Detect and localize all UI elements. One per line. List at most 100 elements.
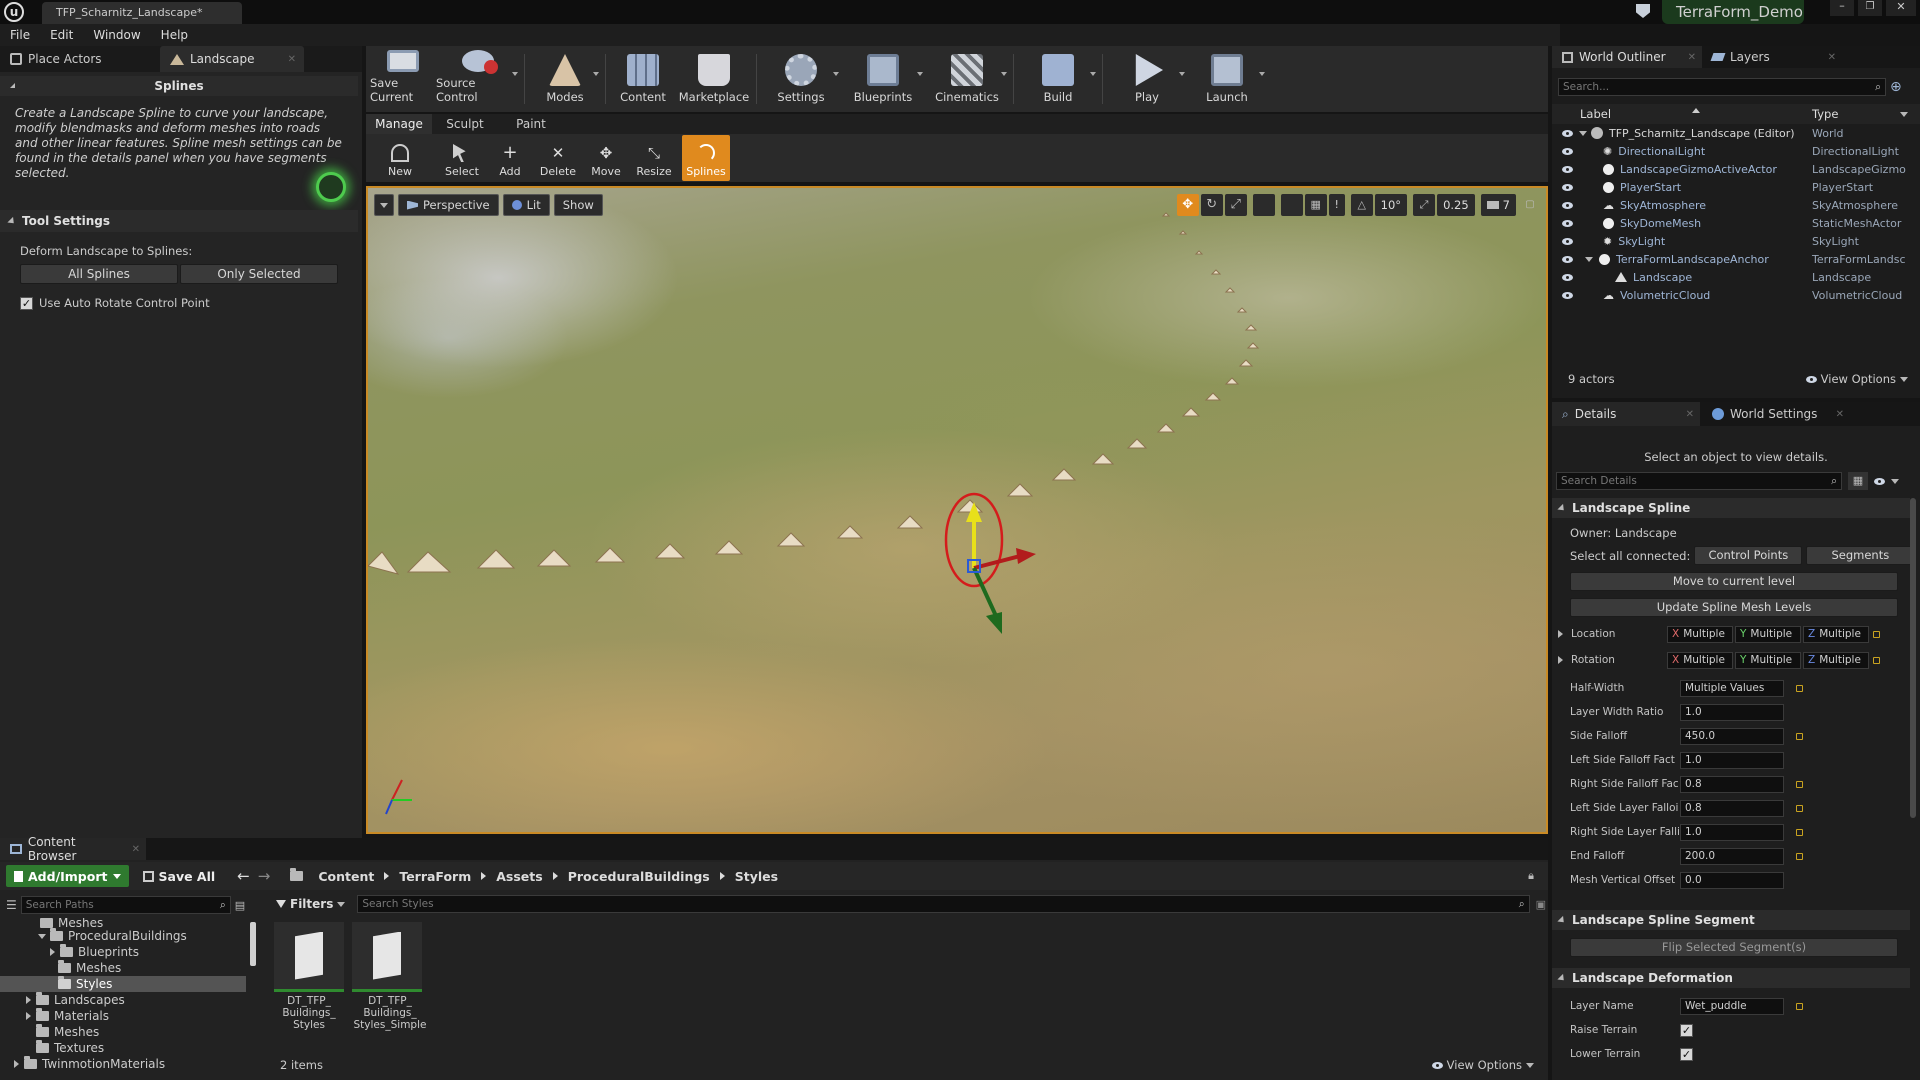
tab-close-icon[interactable]: ✕	[1836, 409, 1844, 420]
only-selected-button[interactable]: Only Selected	[180, 264, 338, 284]
outliner-view-options-button[interactable]: View Options	[1805, 372, 1908, 386]
scale-mode-icon[interactable]: ⤢	[1224, 194, 1247, 216]
reset-to-default-icon[interactable]	[1796, 1002, 1803, 1010]
visibility-eye-icon[interactable]	[1562, 165, 1573, 173]
visibility-eye-icon[interactable]	[1562, 237, 1573, 245]
tree-item[interactable]: Textures	[0, 1040, 262, 1056]
outliner-add-icon[interactable]: ⊕	[1890, 79, 1902, 95]
expand-arrow-icon[interactable]	[26, 996, 31, 1004]
tool-new-button[interactable]: New	[376, 135, 424, 181]
tab-close-icon[interactable]: ✕	[1828, 52, 1836, 63]
world-space-icon[interactable]	[1252, 194, 1275, 216]
expand-arrow-icon[interactable]	[1579, 130, 1587, 136]
column-label[interactable]: Label	[1580, 107, 1611, 121]
tab-paint[interactable]: Paint	[498, 114, 564, 134]
tree-item[interactable]: Landscapes	[0, 992, 262, 1008]
column-type-dropdown-icon[interactable]	[1900, 112, 1908, 117]
source-control-button[interactable]: Source Control	[436, 50, 520, 108]
outliner-row[interactable]: LandscapeGizmoActiveActor LandscapeGizmo	[1552, 160, 1920, 178]
location-z-field[interactable]: Z Multiple	[1803, 625, 1869, 643]
tab-manage[interactable]: Manage	[366, 114, 432, 134]
tool-delete-button[interactable]: ✕ Delete	[534, 135, 582, 181]
viewport-options-button[interactable]	[374, 194, 394, 216]
spline-segment-header[interactable]: Landscape Spline Segment	[1552, 910, 1910, 930]
maximize-button[interactable]: ❐	[1858, 0, 1882, 16]
expand-arrow-icon[interactable]	[14, 1060, 19, 1068]
reset-to-default-icon[interactable]	[1796, 828, 1803, 836]
tab-place-actors[interactable]: Place Actors	[0, 46, 160, 72]
save-current-button[interactable]: Save Current	[370, 50, 436, 108]
translate-mode-icon[interactable]: ✥	[1176, 194, 1199, 216]
back-arrow-icon[interactable]: ←	[237, 867, 250, 885]
flip-segments-button[interactable]: Flip Selected Segment(s)	[1570, 938, 1898, 957]
control-points-button[interactable]: Control Points	[1694, 546, 1803, 565]
tree-scrollbar[interactable]	[250, 922, 256, 966]
layer-name-field[interactable]: Wet_puddle	[1680, 997, 1784, 1015]
perspective-button[interactable]: Perspective	[398, 194, 499, 216]
move-to-current-level-button[interactable]: Move to current level	[1570, 572, 1898, 591]
left-side-layer-falloff-field[interactable]: 0.8	[1680, 799, 1784, 817]
rotation-snap-icon[interactable]: △	[1350, 194, 1373, 216]
breadcrumb-item[interactable]: Assets	[496, 869, 542, 884]
camera-speed-button[interactable]: 7	[1480, 194, 1516, 216]
asset-tile[interactable]: DT_TFP_ Buildings_ Styles_Simple	[352, 922, 428, 1031]
outliner-row[interactable]: ☁ SkyAtmosphere SkyAtmosphere	[1552, 196, 1920, 214]
menu-edit[interactable]: Edit	[50, 28, 73, 42]
end-falloff-field[interactable]: 200.0	[1680, 847, 1784, 865]
outliner-row[interactable]: ☁ VolumetricCloud VolumetricCloud	[1552, 286, 1920, 304]
blueprints-button[interactable]: Blueprints	[841, 50, 925, 108]
tree-item[interactable]: Meshes	[0, 960, 262, 976]
update-spline-mesh-levels-button[interactable]: Update Spline Mesh Levels	[1570, 598, 1898, 617]
breadcrumb-separator-icon[interactable]	[552, 872, 558, 880]
details-search-input[interactable]: Search Details ⌕	[1556, 472, 1842, 490]
save-search-icon[interactable]: ▣	[1536, 898, 1546, 911]
breadcrumb-separator-icon[interactable]	[384, 872, 390, 880]
modes-button[interactable]: Modes	[529, 50, 601, 108]
launch-button[interactable]: Launch	[1187, 50, 1267, 108]
location-x-field[interactable]: X Multiple	[1667, 625, 1733, 643]
cinematics-button[interactable]: Cinematics	[925, 50, 1009, 108]
right-side-falloff-factor-field[interactable]: 0.8	[1680, 775, 1784, 793]
location-y-field[interactable]: Y Multiple	[1735, 625, 1801, 643]
sources-toggle-icon[interactable]: ☰	[6, 898, 17, 912]
reset-to-default-icon[interactable]	[1873, 630, 1880, 638]
breadcrumb-item[interactable]: ProceduralBuildings	[568, 869, 710, 884]
mesh-vertical-offset-field[interactable]: 0.0	[1680, 871, 1784, 889]
side-falloff-field[interactable]: 450.0	[1680, 727, 1784, 745]
outliner-row[interactable]: SkyDomeMesh StaticMeshActor	[1552, 214, 1920, 232]
outliner-row[interactable]: ✹ SkyLight SkyLight	[1552, 232, 1920, 250]
filters-button[interactable]: Filters	[270, 894, 351, 914]
add-import-button[interactable]: Add/Import	[6, 865, 129, 887]
tool-resize-button[interactable]: ⤡ Resize	[630, 135, 678, 181]
menu-file[interactable]: File	[10, 28, 30, 42]
tree-item[interactable]: Meshes	[0, 918, 262, 928]
play-button[interactable]: Play	[1107, 50, 1187, 108]
rotation-z-field[interactable]: Z Multiple	[1803, 651, 1869, 669]
all-splines-button[interactable]: All Splines	[20, 264, 178, 284]
outliner-row[interactable]: TerraFormLandscapeAnchor TerraFormLandsc	[1552, 250, 1920, 268]
close-button[interactable]: ✕	[1886, 0, 1916, 16]
save-all-button[interactable]: Save All	[137, 865, 222, 887]
rotation-y-field[interactable]: Y Multiple	[1735, 651, 1801, 669]
half-width-field[interactable]: Multiple Values	[1680, 679, 1784, 697]
build-button[interactable]: Build	[1018, 50, 1098, 108]
lock-icon[interactable]: 🔒︎	[1528, 869, 1534, 883]
reset-to-default-icon[interactable]	[1796, 852, 1803, 860]
outliner-row[interactable]: ✺ DirectionalLight DirectionalLight	[1552, 142, 1920, 160]
tree-item[interactable]: Materials	[0, 1008, 262, 1024]
reset-to-default-icon[interactable]	[1796, 732, 1803, 740]
expand-arrow-icon[interactable]	[50, 948, 55, 956]
outliner-row[interactable]: PlayerStart PlayerStart	[1552, 178, 1920, 196]
expand-arrow-icon[interactable]	[1558, 656, 1563, 664]
rotation-snap-value[interactable]: 10°	[1374, 194, 1408, 216]
tree-item[interactable]: Meshes	[0, 1024, 262, 1040]
tool-move-button[interactable]: ✥ Move	[582, 135, 630, 181]
property-matrix-icon[interactable]: ▦	[1848, 472, 1868, 490]
asset-tile[interactable]: DT_TFP_ Buildings_ Styles	[274, 922, 344, 1031]
details-scrollbar[interactable]	[1910, 498, 1916, 818]
segments-button[interactable]: Segments	[1806, 546, 1915, 565]
maximize-viewport-icon[interactable]: ▢	[1522, 194, 1538, 216]
menu-window[interactable]: Window	[93, 28, 140, 42]
tree-item-selected[interactable]: Styles	[0, 976, 246, 992]
visibility-eye-icon[interactable]	[1562, 255, 1573, 263]
